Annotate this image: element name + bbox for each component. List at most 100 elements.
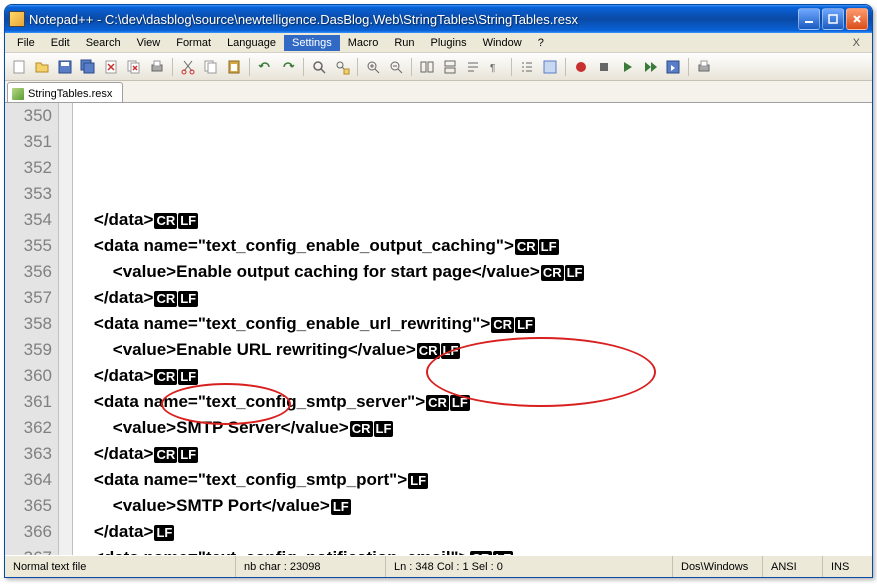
line-number: 367	[5, 545, 52, 555]
toolbar-separator	[357, 58, 358, 76]
line-number: 359	[5, 337, 52, 363]
tab-label: StringTables.resx	[28, 88, 112, 100]
fold-margin[interactable]	[59, 103, 73, 555]
statusbar: Normal text file nb char : 23098 Ln : 34…	[5, 555, 872, 577]
line-number: 360	[5, 363, 52, 389]
code-line[interactable]: <value>SMTP Port</value>LF	[73, 493, 872, 519]
find-button[interactable]	[309, 57, 329, 77]
line-number: 362	[5, 415, 52, 441]
sync-h-button[interactable]	[440, 57, 460, 77]
play-macro-button[interactable]	[617, 57, 637, 77]
code-line[interactable]: <data name="text_config_smtp_port">LF	[73, 467, 872, 493]
toolbar-separator	[511, 58, 512, 76]
close-all-button[interactable]	[124, 57, 144, 77]
code-line[interactable]: </data>LF	[73, 519, 872, 545]
save-button[interactable]	[55, 57, 75, 77]
code-line[interactable]: <value>SMTP Server</value>CRLF	[73, 415, 872, 441]
wrap-button[interactable]	[463, 57, 483, 77]
menu-plugins[interactable]: Plugins	[423, 35, 475, 51]
toolbar-separator	[303, 58, 304, 76]
code-line[interactable]: <data name="text_config_smtp_server">CRL…	[73, 389, 872, 415]
replace-button[interactable]	[332, 57, 352, 77]
line-number: 364	[5, 467, 52, 493]
sync-v-button[interactable]	[417, 57, 437, 77]
paste-button[interactable]	[224, 57, 244, 77]
menu-settings[interactable]: Settings	[284, 35, 340, 51]
open-file-button[interactable]	[32, 57, 52, 77]
zoom-in-button[interactable]	[363, 57, 383, 77]
menu-search[interactable]: Search	[78, 35, 129, 51]
undo-button[interactable]	[255, 57, 275, 77]
line-number: 355	[5, 233, 52, 259]
code-line[interactable]: </data>CRLF	[73, 363, 872, 389]
line-number: 357	[5, 285, 52, 311]
status-encoding: ANSI	[762, 556, 822, 577]
code-line[interactable]: <data name="text_config_notification_ema…	[73, 545, 872, 555]
indent-guide-button[interactable]	[517, 57, 537, 77]
line-number: 366	[5, 519, 52, 545]
titlebar[interactable]: Notepad++ - C:\dev\dasblog\source\newtel…	[5, 5, 872, 33]
svg-text:¶: ¶	[490, 63, 495, 74]
toolbar-separator	[249, 58, 250, 76]
menu-file[interactable]: File	[9, 35, 43, 51]
zoom-out-button[interactable]	[386, 57, 406, 77]
maximize-button[interactable]	[822, 8, 844, 30]
line-number: 351	[5, 129, 52, 155]
all-chars-button[interactable]: ¶	[486, 57, 506, 77]
toolbar-separator	[565, 58, 566, 76]
file-icon	[12, 88, 24, 100]
app-icon	[9, 11, 25, 27]
print-button[interactable]	[147, 57, 167, 77]
status-chars: nb char : 23098	[235, 556, 385, 577]
stop-macro-button[interactable]	[594, 57, 614, 77]
code-line[interactable]: <value>Enable output caching for start p…	[73, 259, 872, 285]
editor[interactable]: 3503513523533543553563573583593603613623…	[5, 103, 872, 555]
code-line[interactable]: </data>CRLF	[73, 285, 872, 311]
line-number: 363	[5, 441, 52, 467]
cut-button[interactable]	[178, 57, 198, 77]
window-controls	[798, 8, 868, 30]
window-title: Notepad++ - C:\dev\dasblog\source\newtel…	[29, 12, 798, 27]
user-lang-button[interactable]	[540, 57, 560, 77]
toolbar-separator	[172, 58, 173, 76]
mdi-close-icon[interactable]: X	[845, 37, 868, 49]
code-line[interactable]: <data name="text_config_enable_output_ca…	[73, 233, 872, 259]
tab-active[interactable]: StringTables.resx	[7, 82, 123, 102]
status-eol: Dos\Windows	[672, 556, 762, 577]
print-now-button[interactable]	[694, 57, 714, 77]
toolbar-separator	[688, 58, 689, 76]
menu-view[interactable]: View	[129, 35, 169, 51]
code-area[interactable]: </data>CRLF <data name="text_config_enab…	[73, 103, 872, 555]
save-macro-button[interactable]	[663, 57, 683, 77]
save-all-button[interactable]	[78, 57, 98, 77]
code-line[interactable]: <value>Enable URL rewriting</value>CRLF	[73, 337, 872, 363]
close-file-button[interactable]	[101, 57, 121, 77]
menu-format[interactable]: Format	[168, 35, 219, 51]
line-number: 356	[5, 259, 52, 285]
code-line[interactable]: <data name="text_config_enable_url_rewri…	[73, 311, 872, 337]
menu-run[interactable]: Run	[386, 35, 422, 51]
code-line[interactable]: </data>CRLF	[73, 207, 872, 233]
play-multi-button[interactable]	[640, 57, 660, 77]
status-filetype: Normal text file	[5, 556, 235, 577]
menu-language[interactable]: Language	[219, 35, 284, 51]
menubar: File Edit Search View Format Language Se…	[5, 33, 872, 53]
redo-button[interactable]	[278, 57, 298, 77]
tab-bar: StringTables.resx	[5, 81, 872, 103]
menu-window[interactable]: Window	[475, 35, 530, 51]
close-button[interactable]	[846, 8, 868, 30]
menu-edit[interactable]: Edit	[43, 35, 78, 51]
menu-macro[interactable]: Macro	[340, 35, 387, 51]
code-line[interactable]: </data>CRLF	[73, 441, 872, 467]
new-file-button[interactable]	[9, 57, 29, 77]
line-number: 354	[5, 207, 52, 233]
line-number: 361	[5, 389, 52, 415]
minimize-button[interactable]	[798, 8, 820, 30]
record-macro-button[interactable]	[571, 57, 591, 77]
copy-button[interactable]	[201, 57, 221, 77]
line-number: 353	[5, 181, 52, 207]
status-position: Ln : 348 Col : 1 Sel : 0	[385, 556, 565, 577]
menu-help[interactable]: ?	[530, 35, 552, 51]
line-number: 350	[5, 103, 52, 129]
line-number: 365	[5, 493, 52, 519]
